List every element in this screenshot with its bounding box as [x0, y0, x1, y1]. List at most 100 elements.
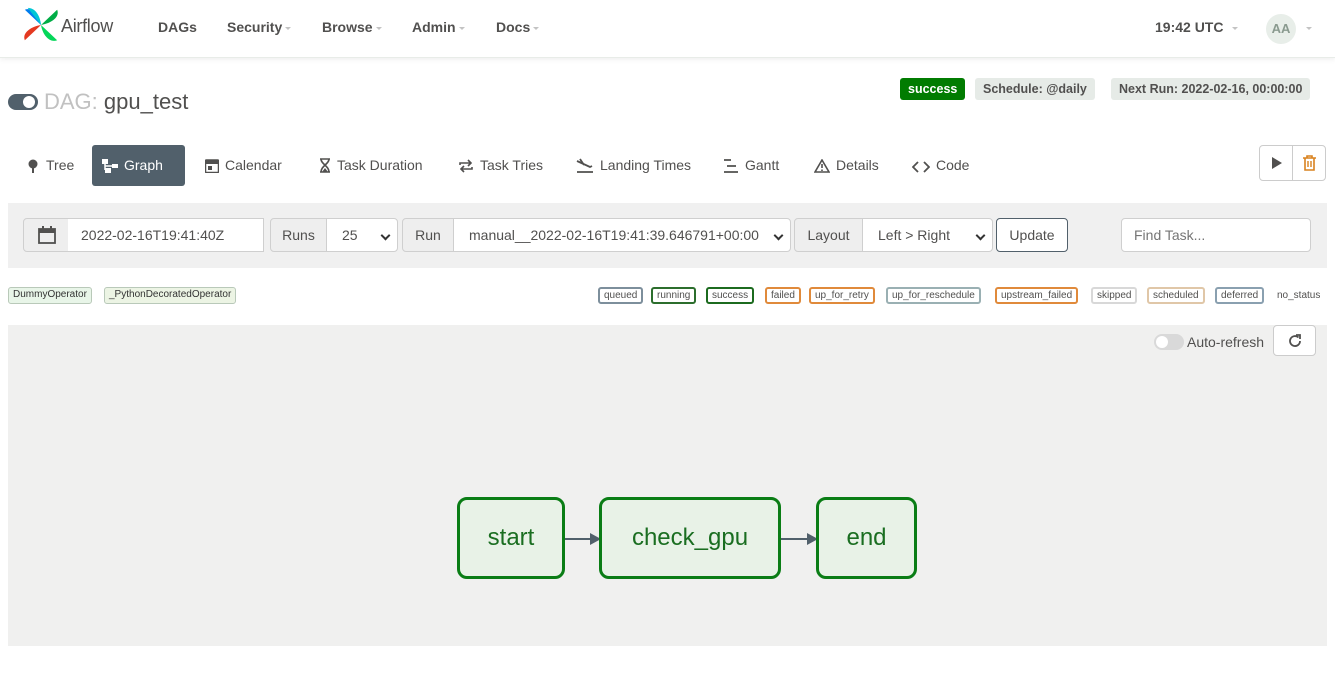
state-legend-scheduled[interactable]: scheduled [1147, 287, 1205, 304]
chevron-down-icon [375, 26, 382, 30]
tab-task-tries-label: Task Tries [480, 157, 544, 173]
play-icon [1272, 157, 1282, 169]
dag-action-buttons [1259, 145, 1326, 181]
nav-dags-label: DAGs [158, 19, 197, 35]
chevron-down-icon [533, 26, 540, 30]
nav-docs[interactable]: Docs [496, 19, 540, 35]
state-legend-deferred[interactable]: deferred [1215, 287, 1265, 304]
graph-canvas[interactable]: Auto-refresh start check_gpu end [8, 325, 1327, 646]
base-date-input[interactable]: 2022-02-16T19:41:40Z [68, 218, 264, 252]
nav-browse[interactable]: Browse [322, 19, 382, 35]
toggle-knob [23, 96, 35, 108]
plane-landing-icon [576, 158, 593, 173]
runs-select[interactable]: 25 [326, 218, 398, 252]
chevron-down-icon [285, 26, 292, 30]
state-legend-no-status[interactable]: no_status [1271, 287, 1327, 304]
runs-label: Runs [270, 218, 327, 252]
nav-dags[interactable]: DAGs [158, 19, 197, 35]
tab-graph-label: Graph [124, 157, 163, 173]
calendar-icon [38, 226, 56, 244]
chevron-down-icon [380, 230, 391, 241]
state-legend-failed[interactable]: failed [765, 287, 801, 304]
layout-select[interactable]: Left > Right [862, 218, 993, 252]
warning-triangle-icon [813, 158, 831, 173]
runs-select-value: 25 [342, 227, 358, 243]
task-node-end[interactable]: end [816, 497, 917, 579]
nav-security-label: Security [227, 19, 283, 35]
chevron-down-icon[interactable] [1306, 27, 1312, 30]
nav-docs-label: Docs [496, 19, 531, 35]
layout-label: Layout [794, 218, 863, 252]
graph-edges [565, 533, 818, 545]
run-select-value: manual__2022-02-16T19:41:39.646791+00:00 [469, 227, 759, 243]
run-select[interactable]: manual__2022-02-16T19:41:39.646791+00:00 [453, 218, 791, 252]
tab-code-label: Code [936, 157, 970, 173]
operator-legend-dummy[interactable]: DummyOperator [8, 287, 92, 304]
dag-name: gpu_test [103, 89, 189, 114]
tab-code[interactable]: Code [902, 145, 979, 186]
tab-details[interactable]: Details [804, 145, 889, 186]
run-label: Run [402, 218, 454, 252]
tab-task-duration-label: Task Duration [337, 157, 423, 173]
operator-legend-python-decorated[interactable]: _PythonDecoratedOperator [104, 287, 237, 304]
dag-prefix: DAG: [44, 89, 98, 114]
status-badge[interactable]: success [900, 78, 966, 100]
page-title: DAG: gpu_test [44, 89, 188, 115]
tab-landing-times-label: Landing Times [600, 157, 692, 173]
chevron-down-icon [1232, 26, 1239, 30]
brand-name[interactable]: Airflow [61, 16, 113, 37]
graph-controls: 2022-02-16T19:41:40Z Runs 25 Run manual_… [8, 203, 1327, 268]
state-legend-up-for-reschedule[interactable]: up_for_reschedule [886, 287, 981, 304]
calendar-icon [204, 159, 220, 174]
refresh-icon [1289, 334, 1301, 347]
chevron-down-icon [975, 230, 986, 241]
state-legend-skipped[interactable]: skipped [1091, 287, 1138, 304]
tree-icon [28, 159, 38, 173]
chevron-down-icon [773, 230, 784, 241]
tab-details-label: Details [836, 157, 879, 173]
nav-security[interactable]: Security [227, 19, 292, 35]
hourglass-icon [320, 158, 330, 173]
refresh-button[interactable] [1273, 325, 1316, 356]
task-node-check-gpu[interactable]: check_gpu [599, 497, 781, 579]
clock-label: 19:42 UTC [1155, 19, 1224, 35]
state-legend-success[interactable]: success [706, 287, 755, 304]
update-button[interactable]: Update [996, 218, 1068, 252]
state-legend-up-for-retry[interactable]: up_for_retry [809, 287, 875, 304]
tab-gantt[interactable]: Gantt [713, 145, 789, 186]
next-run-badge: Next Run: 2022-02-16, 00:00:00 [1111, 78, 1311, 100]
task-node-start[interactable]: start [457, 497, 565, 579]
trigger-dag-button[interactable] [1260, 146, 1293, 180]
calendar-picker-button[interactable] [23, 218, 69, 252]
tab-graph[interactable]: Graph [92, 145, 185, 186]
gantt-icon [724, 159, 738, 173]
find-task-input[interactable] [1121, 218, 1311, 252]
tab-tree-label: Tree [46, 157, 75, 173]
state-legend-queued[interactable]: queued [598, 287, 644, 304]
airflow-logo-icon[interactable] [22, 6, 60, 44]
nav-admin[interactable]: Admin [412, 19, 465, 35]
graph-icon [102, 159, 118, 173]
timezone-clock[interactable]: 19:42 UTC [1155, 19, 1239, 35]
navbar: Airflow DAGs Security Browse Admin Docs … [0, 0, 1335, 58]
tab-tree[interactable]: Tree [16, 145, 84, 186]
chevron-down-icon [458, 26, 465, 30]
user-avatar[interactable]: AA [1266, 14, 1296, 44]
delete-dag-button[interactable] [1293, 146, 1326, 180]
layout-select-value: Left > Right [878, 227, 950, 243]
tab-task-tries[interactable]: Task Tries [448, 145, 553, 186]
schedule-badge: Schedule: @daily [975, 78, 1095, 100]
trash-icon [1303, 155, 1316, 171]
tab-gantt-label: Gantt [745, 157, 780, 173]
tab-calendar-label: Calendar [225, 157, 282, 173]
repeat-icon [459, 159, 473, 173]
dag-pause-toggle[interactable] [8, 94, 38, 110]
nav-browse-label: Browse [322, 19, 373, 35]
code-icon [911, 161, 931, 173]
tab-calendar[interactable]: Calendar [195, 145, 292, 186]
tab-task-duration[interactable]: Task Duration [309, 145, 433, 186]
state-legend-upstream-failed[interactable]: upstream_failed [995, 287, 1079, 304]
tab-landing-times[interactable]: Landing Times [566, 145, 701, 186]
state-legend-running[interactable]: running [651, 287, 697, 304]
nav-admin-label: Admin [412, 19, 456, 35]
